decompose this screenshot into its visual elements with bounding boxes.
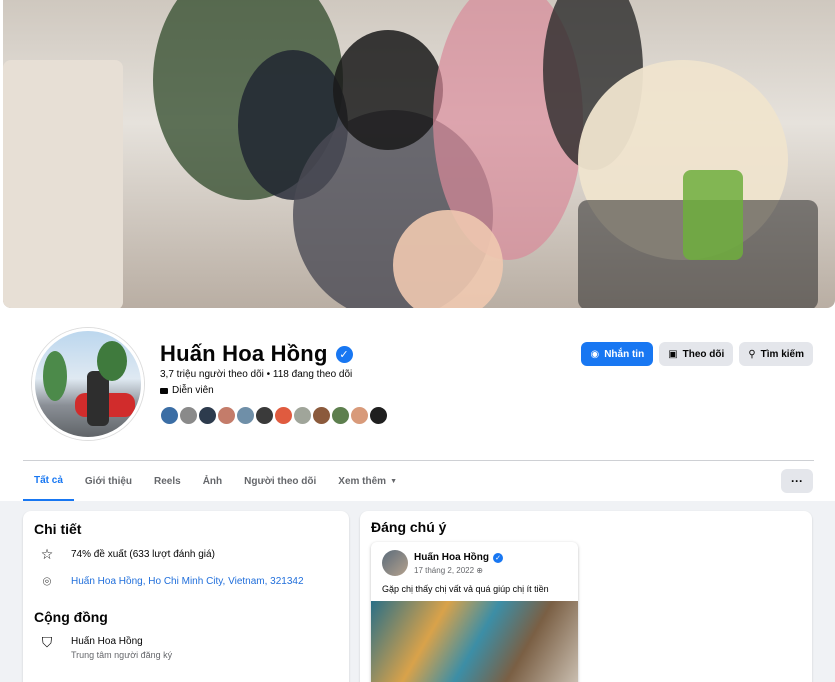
follow-button-label: Theo dõi — [682, 348, 725, 360]
community-info: Huấn Hoa Hồng Trung tâm người đăng ký — [71, 635, 172, 660]
details-title: Chi tiết — [34, 521, 82, 537]
community-subtitle: Trung tâm người đăng ký — [71, 650, 173, 660]
follower-avatar[interactable] — [159, 405, 180, 426]
post-date: 17 tháng 2, 2022 ⊕ — [414, 566, 483, 575]
message-button-label: Nhắn tin — [604, 348, 645, 360]
featured-post[interactable]: Huấn Hoa Hồng ✓ 17 tháng 2, 2022 ⊕ Gặp c… — [371, 542, 578, 682]
featured-title: Đáng chú ý — [371, 519, 447, 535]
follower-avatar[interactable] — [216, 405, 237, 426]
more-options-icon: ··· — [791, 474, 803, 488]
profile-name: Huấn Hoa Hồng ✓ — [160, 341, 353, 367]
tab-see-more[interactable]: Xem thêm ▼ — [327, 461, 408, 501]
follower-avatar[interactable] — [254, 405, 275, 426]
search-icon: ⚲ — [748, 348, 756, 360]
post-author-avatar[interactable] — [382, 550, 408, 576]
profile-actions: ◉ Nhắn tin ▣ Theo dõi ⚲ Tìm kiếm — [581, 342, 813, 366]
post-author-name[interactable]: Huấn Hoa Hồng — [414, 552, 489, 563]
profile-role: Diễn viên — [160, 385, 214, 396]
follower-avatars — [159, 405, 389, 426]
shield-icon: ⛉ — [41, 634, 53, 650]
tab-photos[interactable]: Ảnh — [192, 461, 233, 501]
post-date-text[interactable]: 17 tháng 2, 2022 — [414, 566, 474, 575]
tab-label: Người theo dõi — [244, 475, 317, 487]
community-row: ⛉ Huấn Hoa Hồng Trung tâm người đăng ký — [37, 635, 172, 660]
follower-avatar[interactable] — [311, 405, 332, 426]
tab-all[interactable]: Tất cả — [23, 461, 74, 501]
search-button-label: Tìm kiếm — [760, 348, 804, 360]
location-pin-icon: ⌾ — [42, 573, 52, 589]
profile-avatar[interactable] — [32, 328, 144, 440]
community-name[interactable]: Huấn Hoa Hồng — [71, 635, 172, 647]
follower-avatar[interactable] — [330, 405, 351, 426]
follower-avatar[interactable] — [197, 405, 218, 426]
verified-badge-icon: ✓ — [493, 552, 503, 563]
location-link[interactable]: Huấn Hoa Hồng, Ho Chi Minh City, Vietnam… — [71, 574, 304, 587]
cover-photo[interactable] — [3, 0, 835, 308]
briefcase-icon — [160, 387, 168, 394]
messenger-icon: ◉ — [590, 348, 600, 360]
profile-name-text: Huấn Hoa Hồng — [160, 341, 328, 366]
profile-role-text: Diễn viên — [172, 385, 214, 396]
more-options-button[interactable]: ··· — [781, 469, 813, 493]
verified-badge-icon: ✓ — [335, 345, 353, 363]
star-icon: ☆ — [40, 546, 54, 562]
tab-about[interactable]: Giới thiệu — [74, 461, 143, 501]
post-text: Gặp chị thấy chị vất vả quá giúp chị ít … — [382, 584, 549, 594]
featured-card: Đáng chú ý Huấn Hoa Hồng ✓ 17 tháng 2, 2… — [360, 511, 812, 682]
tab-label: Ảnh — [202, 475, 223, 487]
tab-label: Giới thiệu — [84, 475, 133, 487]
tab-label: Reels — [154, 475, 181, 487]
caret-down-icon: ▼ — [390, 477, 398, 485]
profile-header: Huấn Hoa Hồng ✓ 3,7 triệu người theo dõi… — [0, 308, 835, 501]
follower-avatar[interactable] — [349, 405, 370, 426]
follower-avatar[interactable] — [235, 405, 256, 426]
tab-followers[interactable]: Người theo dõi — [233, 461, 327, 501]
tab-reels[interactable]: Reels — [143, 461, 192, 501]
location-row: ⌾ Huấn Hoa Hồng, Ho Chi Minh City, Vietn… — [37, 574, 304, 588]
rating-row: ☆ 74% đề xuất (633 lượt đánh giá) — [37, 547, 215, 561]
search-button[interactable]: ⚲ Tìm kiếm — [739, 342, 813, 366]
follow-icon: ▣ — [668, 348, 678, 360]
cover-section — [0, 0, 835, 312]
tab-label: Tất cả — [34, 474, 63, 486]
globe-icon: ⊕ — [476, 566, 483, 575]
rating-text[interactable]: 74% đề xuất (633 lượt đánh giá) — [71, 547, 215, 560]
post-image[interactable] — [371, 601, 578, 682]
profile-stats[interactable]: 3,7 triệu người theo dõi • 118 đang theo… — [160, 369, 352, 380]
details-card: Chi tiết ☆ 74% đề xuất (633 lượt đánh gi… — [23, 511, 349, 682]
community-title: Cộng đồng — [34, 609, 108, 625]
post-author: Huấn Hoa Hồng ✓ — [414, 552, 503, 563]
profile-tabs: Tất cả Giới thiệu Reels Ảnh Người theo d… — [23, 461, 408, 501]
message-button[interactable]: ◉ Nhắn tin — [581, 342, 654, 366]
follower-avatar[interactable] — [273, 405, 294, 426]
follower-avatar[interactable] — [178, 405, 199, 426]
tab-label: Xem thêm — [338, 475, 387, 487]
follower-avatar[interactable] — [368, 405, 389, 426]
follow-button[interactable]: ▣ Theo dõi — [659, 342, 734, 366]
follower-avatar[interactable] — [292, 405, 313, 426]
